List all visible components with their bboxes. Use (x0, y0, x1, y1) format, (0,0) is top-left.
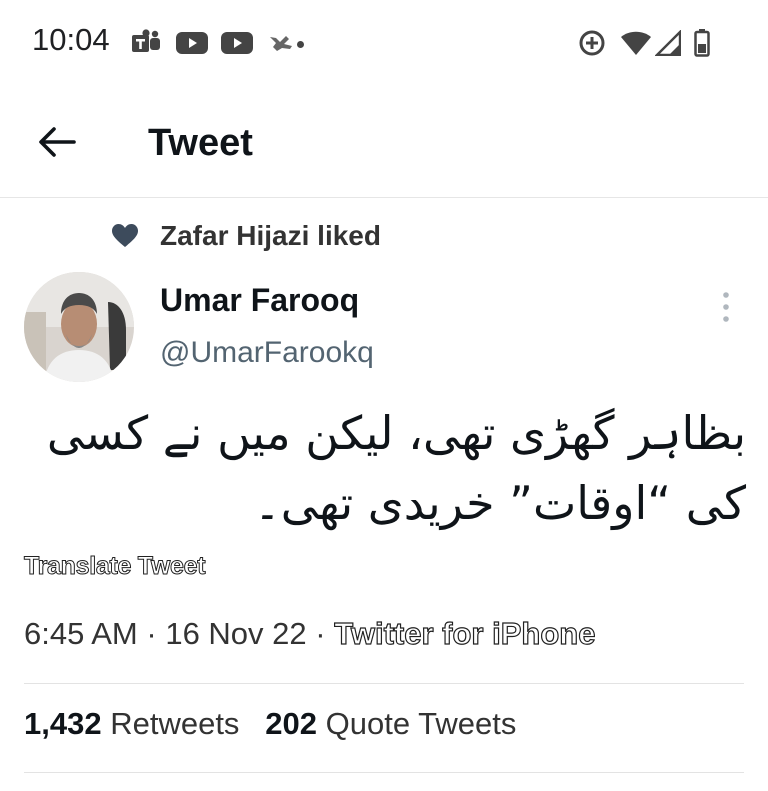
tweet-stats: 1,432 Retweets 202 Quote Tweets (24, 706, 516, 742)
social-context[interactable]: Zafar Hijazi liked (112, 218, 381, 254)
tweet-date: 16 Nov 22 (165, 616, 307, 651)
avatar-photo (24, 272, 134, 382)
divider (24, 772, 744, 773)
author-handle[interactable]: @UmarFarookq (160, 336, 374, 370)
youtube-icon (221, 32, 253, 54)
dot-icon (297, 41, 304, 48)
tweet-text: بظاہر گھڑی تھی، لیکن میں نے کسی کی “اوقا… (46, 406, 746, 530)
status-time: 10:04 (32, 22, 110, 57)
social-context-text: Zafar Hijazi liked (160, 220, 381, 251)
tweet-time: 6:45 AM (24, 616, 138, 651)
header-bar: Tweet (0, 86, 768, 198)
quote-tweets-label: Quote Tweets (325, 706, 517, 741)
avatar[interactable] (24, 272, 134, 382)
author-name[interactable]: Umar Farooq (160, 282, 359, 319)
quote-tweets-count: 202 (265, 706, 318, 741)
tweet-meta: 6:45 AM · 16 Nov 22 · Twitter for iPhone (24, 615, 596, 652)
divider (24, 683, 744, 684)
translate-tweet-link[interactable]: Translate Tweet (23, 552, 206, 581)
youtube-icon (176, 32, 208, 54)
more-options-icon[interactable] (716, 290, 736, 324)
status-bar: 10:04 (0, 0, 768, 86)
quote-tweets-stat[interactable]: 202 Quote Tweets (265, 706, 516, 741)
page-title: Tweet (148, 122, 253, 164)
notification-icon (270, 36, 292, 51)
signal-icon (655, 30, 681, 56)
retweets-stat[interactable]: 1,432 Retweets (24, 706, 239, 741)
retweets-label: Retweets (110, 706, 240, 741)
meta-separator: · (315, 616, 326, 651)
battery-icon (694, 29, 710, 57)
arrow-left-icon[interactable] (36, 124, 76, 160)
teams-icon (132, 29, 160, 52)
heart-icon (112, 224, 138, 247)
retweets-count: 1,432 (24, 706, 102, 741)
sync-icon (579, 30, 605, 56)
wifi-icon (621, 31, 651, 55)
meta-separator: · (146, 616, 157, 651)
tweet-source-link[interactable]: Twitter for iPhone (334, 615, 596, 651)
